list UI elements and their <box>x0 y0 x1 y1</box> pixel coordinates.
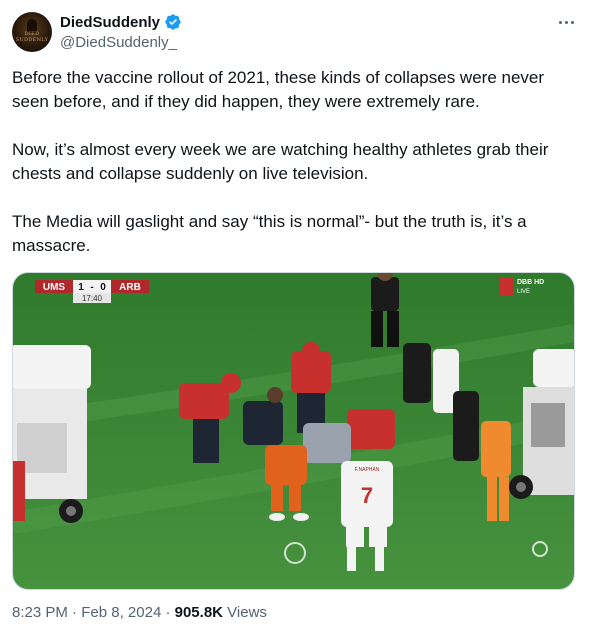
video-frame: UMS 1 - 0 ARB 17:40 DBB HD LIVE F.NAPHAN… <box>13 273 574 589</box>
tweet-text: Before the vaccine rollout of 2021, thes… <box>12 66 572 282</box>
tweet-time[interactable]: 8:23 PM <box>12 604 68 621</box>
tweet-paragraph: Now, it’s almost every week we are watch… <box>12 140 549 183</box>
match-clock: 17:40 <box>82 294 103 303</box>
shirt-name: F.NAPHAN <box>355 467 380 473</box>
tweet-card: DIED SUDDENLY DiedSuddenly @DiedSuddenly… <box>0 0 592 639</box>
home-team: UMS <box>43 282 66 293</box>
verified-badge-icon[interactable] <box>164 13 182 31</box>
live-label: LIVE <box>517 289 530 295</box>
author-display-name[interactable]: DiedSuddenly <box>60 14 160 31</box>
tweet-paragraph: Before the vaccine rollout of 2021, thes… <box>12 68 545 111</box>
away-team: ARB <box>119 282 141 293</box>
tweet-date[interactable]: Feb 8, 2024 <box>81 604 161 621</box>
author-avatar[interactable]: DIED SUDDENLY <box>12 12 52 52</box>
tweet-paragraph: The Media will gaslight and say “this is… <box>12 212 527 255</box>
meta-separator: · <box>165 604 175 621</box>
meta-separator: · <box>72 604 82 621</box>
tweet-video[interactable]: UMS 1 - 0 ARB 17:40 DBB HD LIVE F.NAPHAN… <box>12 272 575 590</box>
avatar-text: DIED SUDDENLY <box>15 31 49 43</box>
author-name-row: DiedSuddenly <box>60 13 182 31</box>
views-label: Views <box>227 604 267 621</box>
score-separator: - <box>90 282 93 293</box>
views-count[interactable]: 905.8K <box>175 604 223 621</box>
shirt-number: 7 <box>361 483 373 508</box>
away-score: 0 <box>100 282 106 293</box>
tweet-meta: 8:23 PM · Feb 8, 2024 · 905.8K Views <box>12 604 267 621</box>
home-score: 1 <box>78 282 84 293</box>
more-options-icon[interactable] <box>554 12 578 32</box>
author-handle[interactable]: @DiedSuddenly_ <box>60 34 177 51</box>
medical-cart-left <box>13 345 91 523</box>
broadcaster-name: DBB HD <box>517 279 544 286</box>
